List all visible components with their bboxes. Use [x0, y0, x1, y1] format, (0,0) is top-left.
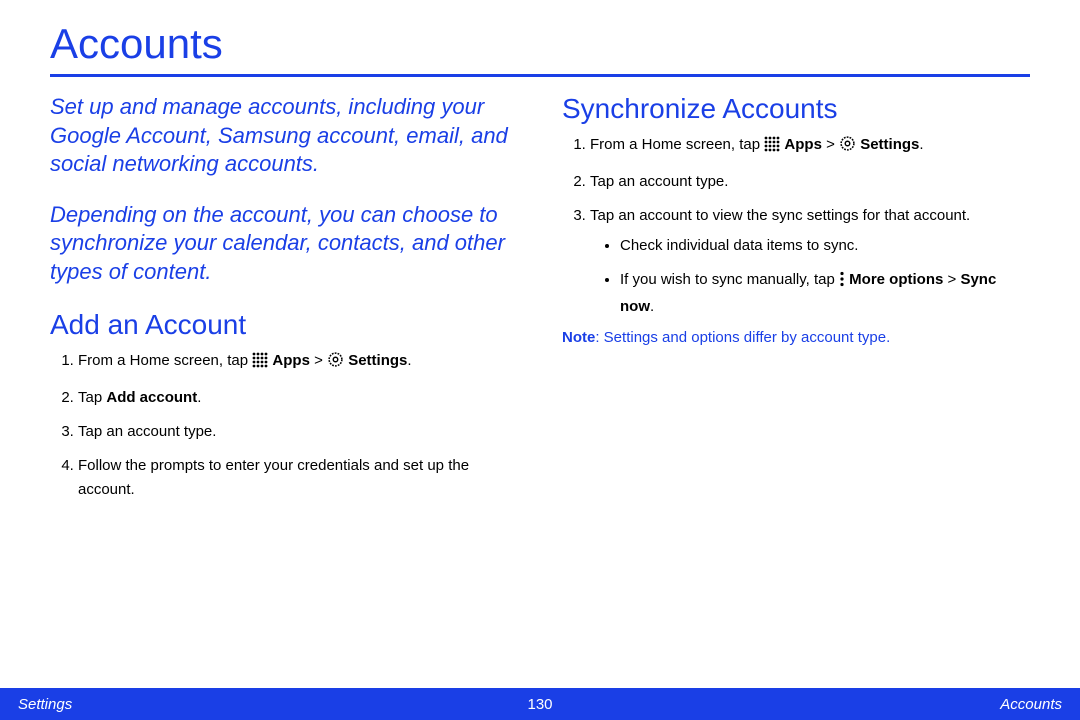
sync-sub-2: If you wish to sync manually, tap More o…	[620, 268, 1030, 319]
settings-gear-icon	[327, 351, 344, 376]
settings-label: Settings	[860, 136, 919, 153]
more-options-icon	[839, 271, 845, 295]
step-text: From a Home screen, tap	[590, 136, 764, 153]
sync-steps: From a Home screen, tap Apps > Sett	[562, 133, 1030, 319]
add-account-heading: Add an Account	[50, 309, 518, 341]
add-step-3: Tap an account type.	[78, 420, 518, 444]
apps-label: Apps	[272, 352, 310, 369]
gt-sep: >	[310, 352, 327, 369]
gt-sep: >	[943, 271, 960, 288]
more-options-label: More options	[849, 271, 943, 288]
add-account-label: Add account	[106, 389, 197, 406]
right-column: Synchronize Accounts From a Home screen,…	[562, 93, 1030, 512]
apps-label: Apps	[784, 136, 822, 153]
add-account-steps: From a Home screen, tap Apps > Sett	[50, 349, 518, 502]
intro-paragraph-1: Set up and manage accounts, including yo…	[50, 93, 518, 179]
period: .	[407, 352, 411, 369]
content-columns: Set up and manage accounts, including yo…	[50, 93, 1030, 512]
left-column: Set up and manage accounts, including yo…	[50, 93, 518, 512]
intro-paragraph-2: Depending on the account, you can choose…	[50, 201, 518, 287]
sync-sub-1: Check individual data items to sync.	[620, 234, 1030, 258]
step-text: Tap an account to view the sync settings…	[590, 207, 970, 224]
page-footer: Settings 130 Accounts	[0, 688, 1080, 720]
add-step-1: From a Home screen, tap Apps > Sett	[78, 349, 518, 376]
apps-grid-icon	[252, 352, 268, 376]
sync-substeps: Check individual data items to sync. If …	[590, 234, 1030, 319]
period: .	[919, 136, 923, 153]
footer-page-number: 130	[0, 696, 1080, 713]
apps-grid-icon	[764, 136, 780, 160]
manual-page: Accounts Set up and manage accounts, inc…	[0, 0, 1080, 720]
step-text: From a Home screen, tap	[78, 352, 252, 369]
sync-step-2: Tap an account type.	[590, 170, 1030, 194]
settings-gear-icon	[839, 135, 856, 160]
step-text: Tap	[78, 389, 106, 406]
page-title: Accounts	[50, 20, 1030, 77]
note-line: Note: Settings and options differ by acc…	[562, 329, 1030, 346]
gt-sep: >	[822, 136, 839, 153]
note-text: : Settings and options differ by account…	[595, 329, 890, 346]
sync-heading: Synchronize Accounts	[562, 93, 1030, 125]
sync-step-3: Tap an account to view the sync settings…	[590, 204, 1030, 319]
add-step-4: Follow the prompts to enter your credent…	[78, 454, 518, 502]
add-step-2: Tap Add account.	[78, 386, 518, 410]
sync-step-1: From a Home screen, tap Apps > Sett	[590, 133, 1030, 160]
step-text: If you wish to sync manually, tap	[620, 271, 839, 288]
note-label: Note	[562, 329, 595, 346]
settings-label: Settings	[348, 352, 407, 369]
period: .	[650, 298, 654, 315]
period: .	[197, 389, 201, 406]
